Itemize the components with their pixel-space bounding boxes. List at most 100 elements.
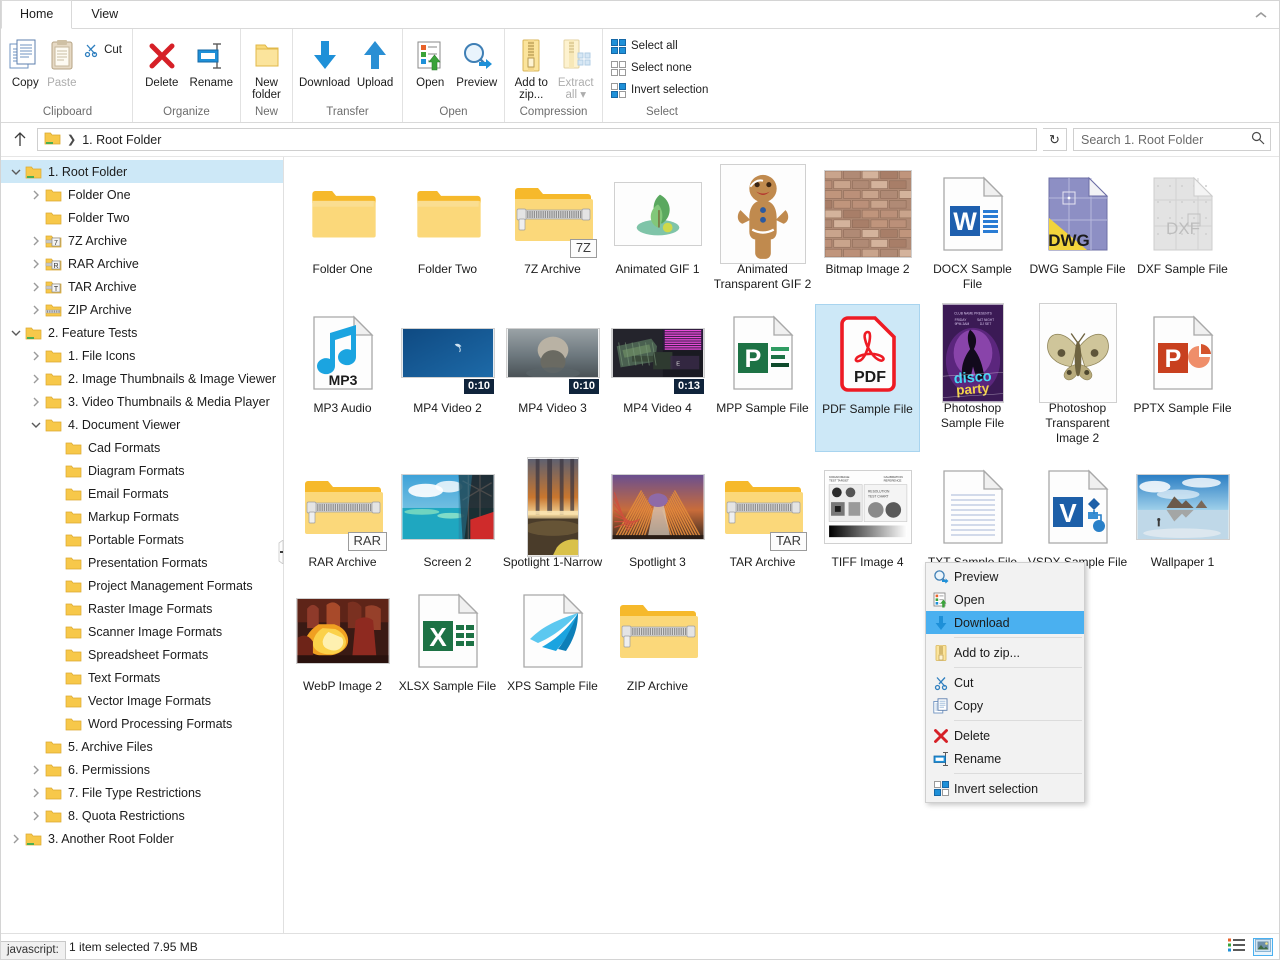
delete-button[interactable]: Delete [137,33,187,89]
tree-node-email-formats[interactable]: Email Formats [1,482,283,505]
tree-node-5-archive-files[interactable]: 5. Archive Files [1,735,283,758]
chevron-right-icon[interactable] [27,781,45,804]
invert-selection-button[interactable]: Invert selection [607,79,714,101]
file-item[interactable]: Screen 2 [395,458,500,576]
extract-all-button[interactable]: Extract all ▾ [554,33,599,101]
file-item[interactable]: DWG DWG Sample File [1025,165,1130,298]
details-view-button[interactable] [1227,938,1247,956]
search-input-field[interactable] [1079,132,1251,148]
tab-view[interactable]: View [72,0,137,28]
tree-node-1-file-icons[interactable]: 1. File Icons [1,344,283,367]
tree-node-7-file-type-restrictions[interactable]: 7. File Type Restrictions [1,781,283,804]
file-item[interactable]: DXF DXF Sample File [1130,165,1235,298]
tree-node-2-feature-tests[interactable]: 2. Feature Tests [1,321,283,344]
file-item[interactable]: 0:10MP4 Video 2 [395,304,500,452]
file-item[interactable]: TXT Sample File [920,458,1025,576]
file-grid-pane[interactable]: Folder One Folder Two 7Z7Z Archive Anima… [284,157,1279,933]
chevron-right-icon[interactable] [27,298,45,321]
preview-button[interactable]: Preview [454,33,501,89]
tree-node-vector-image-formats[interactable]: Vector Image Formats [1,689,283,712]
tree-node-presentation-formats[interactable]: Presentation Formats [1,551,283,574]
file-item[interactable]: ZIP Archive [605,582,710,700]
tree-node-rar-archive[interactable]: RRAR Archive [1,252,283,275]
tree-node-portable-formats[interactable]: Portable Formats [1,528,283,551]
tree-node-spreadsheet-formats[interactable]: Spreadsheet Formats [1,643,283,666]
tree-node-8-quota-restrictions[interactable]: 8. Quota Restrictions [1,804,283,827]
breadcrumb-root-icon-wrap[interactable] [40,129,65,150]
tiles-view-button[interactable] [1253,938,1273,956]
file-item[interactable]: V VSDX Sample File [1025,458,1130,576]
tree-node-3-another-root-folder[interactable]: 3. Another Root Folder [1,827,283,850]
context-menu-item-rename[interactable]: Rename [926,747,1084,770]
file-item[interactable]: TARTAR Archive [710,458,815,576]
file-item[interactable]: 7Z7Z Archive [500,165,605,298]
context-menu-item-delete[interactable]: Delete [926,724,1084,747]
file-item[interactable]: XPS Sample File [500,582,605,700]
chevron-right-icon[interactable] [27,367,45,390]
tab-home[interactable]: Home [1,0,72,29]
file-item[interactable]: WebP Image 2 [290,582,395,700]
add-to-zip-button[interactable]: Add to zip... [509,33,554,101]
file-item[interactable]: Animated Transparent GIF 2 [710,165,815,298]
context-menu-item-cut[interactable]: Cut [926,671,1084,694]
file-item[interactable]: P MPP Sample File [710,304,815,452]
tree-node-text-formats[interactable]: Text Formats [1,666,283,689]
select-all-button[interactable]: Select all [607,35,714,57]
chevron-right-icon[interactable] [27,804,45,827]
breadcrumb-item-root[interactable]: 1. Root Folder [78,129,165,150]
tree-node-2-image-thumbnails-image-viewer[interactable]: 2. Image Thumbnails & Image Viewer [1,367,283,390]
rename-button[interactable]: Rename [187,33,237,89]
tree-node-word-processing-formats[interactable]: Word Processing Formats [1,712,283,735]
file-item[interactable]: KODAK/IMAGECALIBRATION TEST TARGETREFERE… [815,458,920,576]
download-button[interactable]: Download [297,33,352,89]
file-item[interactable]: Spotlight 1-Narrow [500,458,605,576]
tree-node-7z-archive[interactable]: 77Z Archive [1,229,283,252]
file-item[interactable]: E0:13MP4 Video 4 [605,304,710,452]
select-none-button[interactable]: Select none [607,57,714,79]
file-item[interactable]: PDFPDF Sample File [815,304,920,452]
tree-node-markup-formats[interactable]: Markup Formats [1,505,283,528]
tree-node-4-document-viewer[interactable]: 4. Document Viewer [1,413,283,436]
file-item[interactable]: Wallpaper 1 [1130,458,1235,576]
file-item[interactable]: Folder One [290,165,395,298]
file-item[interactable]: Folder Two [395,165,500,298]
context-menu-item-invert-selection[interactable]: Invert selection [926,777,1084,800]
search-input[interactable] [1073,128,1271,151]
tree-node-zip-archive[interactable]: ZIP Archive [1,298,283,321]
chevron-right-icon[interactable] [27,183,45,206]
file-item[interactable]: Bitmap Image 2 [815,165,920,298]
context-menu-item-copy[interactable]: Copy [926,694,1084,717]
context-menu[interactable]: Preview OpenDownload Add to zip... Cut C… [925,562,1085,803]
tree-node-cad-formats[interactable]: Cad Formats [1,436,283,459]
file-item[interactable]: Animated GIF 1 [605,165,710,298]
chevron-right-icon[interactable] [27,229,45,252]
tree-node-6-permissions[interactable]: 6. Permissions [1,758,283,781]
chevron-right-icon[interactable] [7,827,25,850]
file-item[interactable]: P PPTX Sample File [1130,304,1235,452]
tree-node-raster-image-formats[interactable]: Raster Image Formats [1,597,283,620]
file-item[interactable]: CLUB NAME PRESENTS FRIDAYSAT NIGHT 9PM-3… [920,304,1025,452]
context-menu-item-open[interactable]: Open [926,588,1084,611]
context-menu-item-add-to-zip[interactable]: Add to zip... [926,641,1084,664]
chevron-right-icon[interactable] [27,275,45,298]
upload-button[interactable]: Upload [352,33,398,89]
up-arrow-icon[interactable] [9,129,31,151]
tree-node-folder-one[interactable]: Folder One [1,183,283,206]
file-item[interactable]: W DOCX Sample File [920,165,1025,298]
tree-node-tar-archive[interactable]: TTAR Archive [1,275,283,298]
new-folder-button[interactable]: New folder [245,33,288,101]
chevron-right-icon[interactable] [27,344,45,367]
chevron-down-icon[interactable] [7,321,25,344]
file-item[interactable]: RARRAR Archive [290,458,395,576]
file-item[interactable]: 0:10MP4 Video 3 [500,304,605,452]
tree-node-3-video-thumbnails-media-player[interactable]: 3. Video Thumbnails & Media Player [1,390,283,413]
tree-node-folder-two[interactable]: Folder Two [1,206,283,229]
context-menu-item-download[interactable]: Download [926,611,1084,634]
search-icon[interactable] [1251,131,1265,148]
tree-node-project-management-formats[interactable]: Project Management Formats [1,574,283,597]
tree-node-diagram-formats[interactable]: Diagram Formats [1,459,283,482]
breadcrumb[interactable]: ❯ 1. Root Folder [37,128,1037,151]
folder-tree[interactable]: 1. Root Folder Folder One Folder Two 77Z… [1,157,284,933]
file-item[interactable]: Photoshop Transparent Image 2 [1025,304,1130,452]
chevron-down-icon[interactable]: ▾ [580,89,586,101]
